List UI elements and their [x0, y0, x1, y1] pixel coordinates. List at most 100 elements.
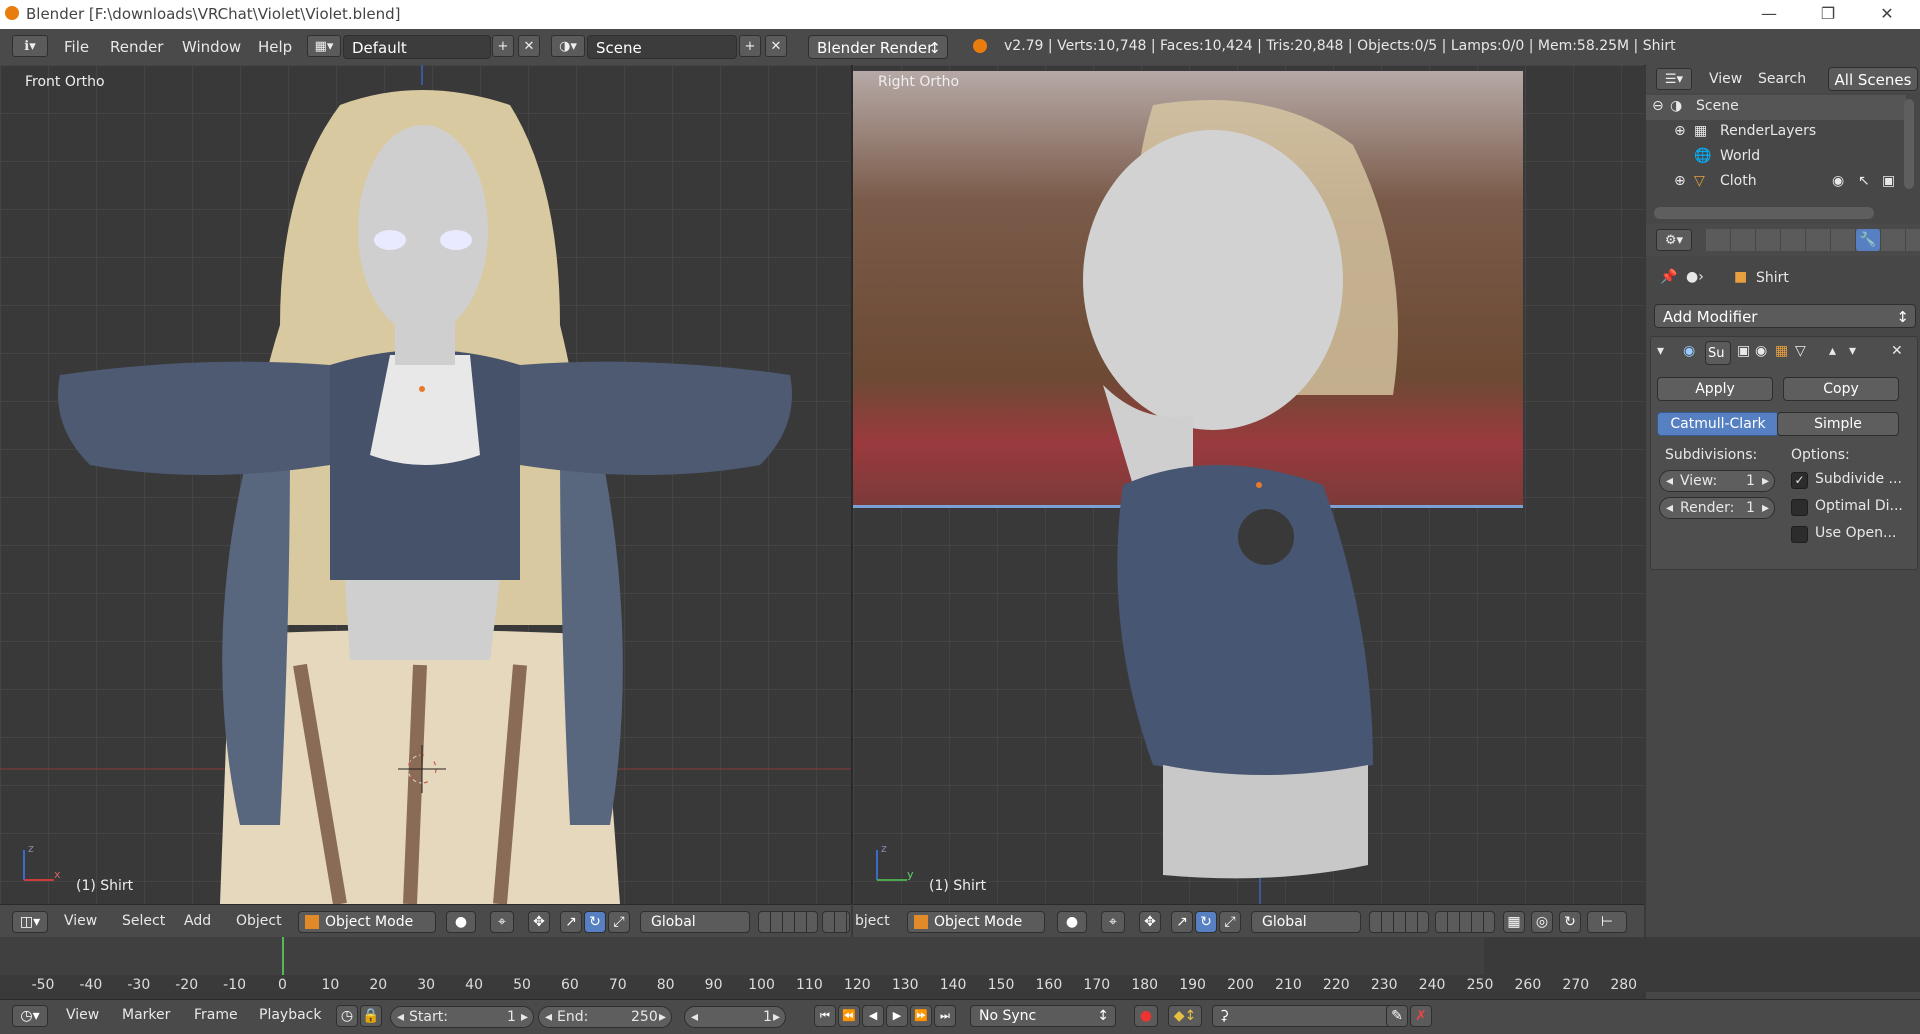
snap-icon[interactable]: ↻	[1559, 911, 1581, 933]
menu-file[interactable]: File	[64, 38, 89, 56]
screen-layout-field[interactable]: Default	[343, 35, 491, 59]
outliner-item-scene[interactable]: ⊖ ◑ Scene	[1646, 95, 1906, 120]
outliner-item-world[interactable]: 🌐 World	[1646, 145, 1906, 170]
scene-selector-icon[interactable]: ◑▾	[551, 35, 585, 57]
pivot-point-icon[interactable]: ⌖	[490, 911, 514, 933]
increment-arrow-icon[interactable]: ▸	[773, 1007, 780, 1027]
outliner-horizontal-scrollbar[interactable]	[1654, 207, 1874, 219]
manipulator-scale-icon[interactable]: ⤢	[1219, 911, 1241, 933]
use-preview-range-icon[interactable]: ◷	[336, 1005, 358, 1027]
menu-view[interactable]: View	[66, 1007, 99, 1023]
menu-window[interactable]: Window	[182, 38, 241, 56]
render-engine-dropdown[interactable]: Blender Render ↕	[808, 35, 948, 59]
play-icon[interactable]: ▶	[886, 1005, 908, 1027]
jump-end-icon[interactable]: ⏭	[934, 1005, 956, 1027]
manipulator-icon[interactable]: ✥	[528, 911, 550, 933]
play-reverse-icon[interactable]: ◀	[862, 1005, 884, 1027]
increment-arrow-icon[interactable]: ▸	[1762, 498, 1769, 518]
close-icon[interactable]: ✕	[1870, 2, 1904, 26]
snap-element-icon[interactable]: ⊢	[1587, 911, 1627, 933]
keying-set-icon[interactable]: ◆↕	[1168, 1005, 1202, 1027]
subdivide-uvs-checkbox[interactable]: ✓	[1791, 472, 1808, 489]
copy-button[interactable]: Copy	[1783, 377, 1899, 401]
menu-object[interactable]: Object	[236, 913, 282, 929]
editor-type-properties-icon[interactable]: ⚙▾	[1656, 229, 1692, 251]
apply-button[interactable]: Apply	[1657, 377, 1773, 401]
screen-layout-icon[interactable]: ▦▾	[307, 35, 341, 57]
remove-modifier-icon[interactable]: ✕	[1891, 343, 1903, 359]
editor-type-info-icon[interactable]: ℹ▾	[12, 35, 48, 57]
manipulator-translate-icon[interactable]: ↗	[560, 911, 582, 933]
timeline-area[interactable]: -50 -40 -30 -20 -10 0 10 20 30 40 50 60 70 80 90 100 110…	[0, 937, 1920, 993]
add-scene-icon[interactable]: +	[739, 35, 761, 57]
optimal-display-checkbox[interactable]	[1791, 499, 1808, 516]
outliner-item-renderlayers[interactable]: ⊕ ▦ RenderLayers	[1646, 120, 1906, 145]
current-frame-field[interactable]: ◂ 1 ▸	[684, 1006, 786, 1028]
menu-render[interactable]: Render	[110, 38, 163, 56]
pivot-point-icon[interactable]: ⌖	[1101, 911, 1125, 933]
increment-arrow-icon[interactable]: ▸	[521, 1007, 528, 1027]
editor-type-outliner-icon[interactable]: ☰▾	[1656, 68, 1692, 90]
catmull-clark-button[interactable]: Catmull-Clark	[1657, 412, 1779, 436]
menu-marker[interactable]: Marker	[122, 1007, 170, 1023]
restore-icon[interactable]: ❐	[1811, 2, 1845, 26]
pin-icon[interactable]: 📌	[1660, 269, 1677, 285]
transform-orientation-dropdown[interactable]: Global	[640, 911, 750, 933]
view-levels-field[interactable]: ◂ View: 1 ▸	[1659, 470, 1775, 492]
menu-object-partial[interactable]: bject	[855, 913, 890, 929]
cage-toggle-icon[interactable]: ▽	[1795, 343, 1806, 359]
add-layout-icon[interactable]: +	[492, 35, 514, 57]
remove-layout-icon[interactable]: ✕	[518, 35, 540, 57]
menu-add[interactable]: Add	[184, 913, 211, 929]
render-levels-field[interactable]: ◂ Render: 1 ▸	[1659, 497, 1775, 519]
editmode-toggle-icon[interactable]: ▦	[1775, 343, 1788, 359]
move-up-icon[interactable]: ▴	[1829, 343, 1836, 359]
expand-icon[interactable]: ⊕	[1674, 173, 1686, 189]
end-frame-field[interactable]: ◂ End: 250 ▸	[538, 1006, 672, 1028]
selectable-arrow-icon[interactable]: ↖	[1858, 173, 1870, 189]
modifier-wrench-icon[interactable]: 🔧	[1856, 229, 1880, 251]
menu-select[interactable]: Select	[122, 913, 165, 929]
menu-help[interactable]: Help	[258, 38, 292, 56]
layer-buttons[interactable]	[758, 911, 818, 933]
mode-dropdown[interactable]: Object Mode	[298, 911, 436, 933]
manipulator-icon[interactable]: ✥	[1139, 911, 1161, 933]
outliner-item-cloth[interactable]: ⊕ ▽ Cloth ◉ ↖ ▣	[1646, 170, 1906, 195]
menu-playback[interactable]: Playback	[259, 1007, 321, 1023]
render-toggle-icon[interactable]: ▣	[1737, 343, 1750, 359]
jump-keyframe-forward-icon[interactable]: ⏩	[910, 1005, 932, 1027]
menu-view[interactable]: View	[1709, 71, 1742, 87]
editor-type-timeline-icon[interactable]: ◷▾	[12, 1005, 48, 1027]
move-down-icon[interactable]: ▾	[1849, 343, 1856, 359]
increment-arrow-icon[interactable]: ▸	[1762, 471, 1769, 491]
active-keying-set-field[interactable]: ⚳	[1212, 1005, 1392, 1027]
increment-arrow-icon[interactable]: ▸	[659, 1007, 666, 1027]
editor-type-3dview-icon[interactable]: ◫▾	[12, 911, 48, 933]
renderable-camera-icon[interactable]: ▣	[1882, 173, 1895, 189]
manipulator-translate-icon[interactable]: ↗	[1171, 911, 1193, 933]
collapse-triangle-icon[interactable]: ▾	[1657, 343, 1664, 359]
sync-mode-dropdown[interactable]: No Sync ↕	[970, 1005, 1116, 1027]
insert-keyframe-icon[interactable]: ✎	[1386, 1005, 1408, 1027]
decrement-arrow-icon[interactable]: ◂	[397, 1007, 404, 1027]
properties-context-tabs[interactable]	[1706, 229, 1920, 251]
jump-keyframe-back-icon[interactable]: ⏪	[838, 1005, 860, 1027]
delete-keyframe-icon[interactable]: ✗	[1410, 1005, 1432, 1027]
jump-start-icon[interactable]: ⏮	[814, 1005, 836, 1027]
decrement-arrow-icon[interactable]: ◂	[691, 1007, 698, 1027]
simple-button[interactable]: Simple	[1777, 412, 1899, 436]
manipulator-rotate-icon[interactable]: ↻	[1195, 911, 1217, 933]
viewport-shading-icon[interactable]: ●	[446, 911, 476, 933]
start-frame-field[interactable]: ◂ Start: 1 ▸	[390, 1006, 534, 1028]
outliner-vertical-scrollbar[interactable]	[1904, 99, 1914, 189]
viewport-shading-icon[interactable]: ●	[1057, 911, 1087, 933]
modifier-name-field[interactable]: Su	[1705, 341, 1731, 365]
outliner-filter-dropdown[interactable]: All Scenes	[1828, 67, 1918, 91]
layer-buttons-2[interactable]	[1435, 911, 1495, 933]
auto-keyframe-record-icon[interactable]: ●	[1134, 1005, 1158, 1027]
lock-time-cursor-icon[interactable]: 🔒	[360, 1005, 382, 1027]
manipulator-scale-icon[interactable]: ⤢	[608, 911, 630, 933]
current-frame-indicator[interactable]	[282, 937, 284, 975]
viewport-front-ortho[interactable]: Front Ortho z x (1) Shirt	[0, 65, 851, 904]
viewport-toggle-icon[interactable]: ◉	[1755, 343, 1767, 359]
